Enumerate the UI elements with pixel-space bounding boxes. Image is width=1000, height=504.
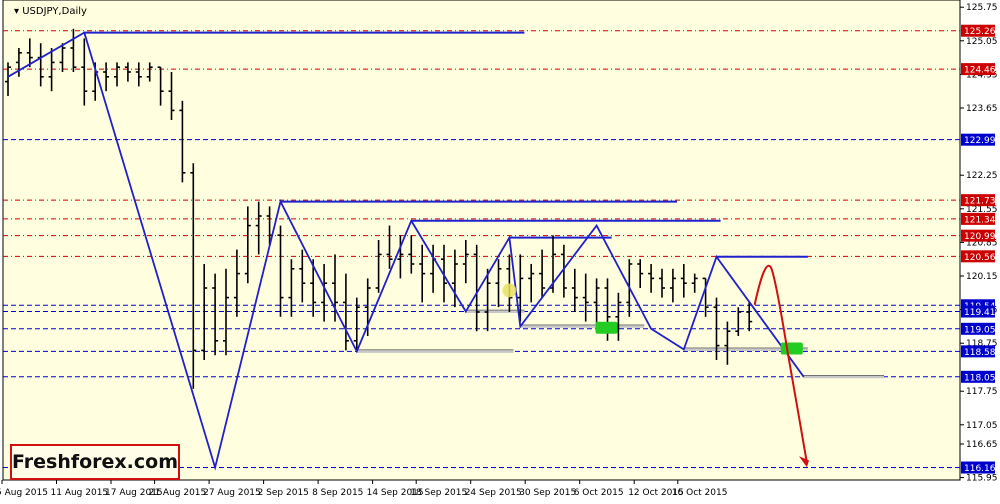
level-label: 119.41 [964, 308, 996, 318]
x-tick-label: 5 Aug 2015 [0, 488, 48, 498]
level-label: 121.73 [964, 197, 996, 207]
x-tick-label: 16 Oct 2015 [672, 488, 728, 498]
y-tick-label: 122.25 [966, 171, 998, 181]
chart-area: ▾ USDJPY,Daily 125.75 125.05 124.35 123.65 12… [0, 0, 1000, 500]
green-marker [780, 342, 803, 355]
level-label: 116.16 [964, 464, 996, 474]
x-tick-label: 24 Sep 2015 [465, 488, 522, 498]
green-marker [595, 321, 618, 334]
x-tick-label: 8 Sep 2015 [312, 488, 363, 498]
x-tick-label: 2 Sep 2015 [258, 488, 309, 498]
x-tick-label: 11 Aug 2015 [51, 488, 109, 498]
brand-watermark: Freshforex.com [10, 444, 180, 480]
level-label: 120.56 [964, 253, 996, 263]
y-tick-label: 116.65 [966, 440, 998, 450]
level-label: 120.99 [964, 232, 996, 242]
x-tick-label: 27 Aug 2015 [203, 488, 261, 498]
level-label: 119.05 [964, 325, 996, 335]
level-label: 122.99 [964, 136, 996, 146]
x-tick-label: 18 Sep 2015 [410, 488, 467, 498]
level-label: 125.26 [964, 27, 996, 37]
x-tick-label: 21 Aug 2015 [149, 488, 207, 498]
level-label: 118.05 [964, 373, 996, 383]
symbol-label: ▾ USDJPY,Daily [14, 6, 87, 17]
y-tick-label: 125.75 [966, 3, 998, 13]
y-tick-label: 117.75 [966, 387, 998, 397]
level-label: 124.46 [964, 66, 996, 76]
y-tick-label: 125.05 [966, 37, 998, 47]
yellow-marker [502, 283, 517, 298]
level-label: 118.58 [964, 348, 996, 358]
y-tick-label: 115.95 [966, 474, 998, 484]
y-tick-label: 120.15 [966, 272, 998, 282]
level-label: 121.34 [964, 215, 996, 225]
x-tick-label: 6 Oct 2015 [574, 488, 624, 498]
y-tick-label: 117.05 [966, 421, 998, 431]
price-chart: ▾ USDJPY,Daily 125.75125.05124.35123.6512… [0, 0, 1000, 500]
x-tick-label: 30 Sep 2015 [519, 488, 576, 498]
y-tick-label: 123.65 [966, 104, 998, 114]
